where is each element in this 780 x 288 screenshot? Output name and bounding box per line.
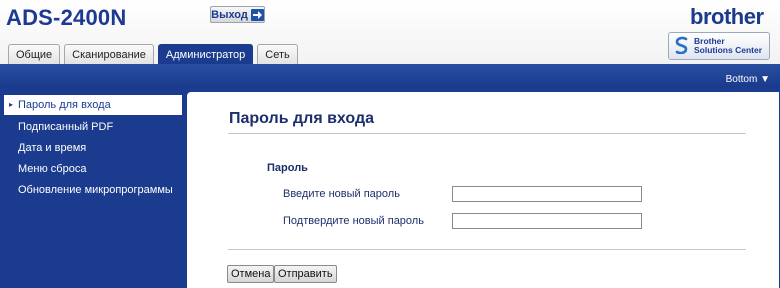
new-password-label: Введите новый пароль (283, 188, 400, 200)
tab-general[interactable]: Общие (8, 44, 61, 64)
cancel-button[interactable]: Отмена (227, 265, 275, 283)
sidebar: ▸ Пароль для входа Подписанный PDF Дата … (0, 86, 182, 288)
title-divider (228, 133, 746, 134)
confirm-password-label: Подтвердите новый пароль (283, 215, 424, 227)
sidebar-item-label: Меню сброса (18, 163, 87, 175)
sidebar-item-firmware-update[interactable]: Обновление микропрограммы (0, 180, 182, 200)
sidebar-item-date-time[interactable]: Дата и время (0, 138, 182, 158)
header-bar: ADS-2400N Выход brother Brother Solution… (0, 0, 780, 66)
confirm-password-field[interactable] (452, 213, 642, 229)
main-panel: Пароль для входа Пароль Введите новый па… (187, 92, 779, 288)
brother-logo: brother (690, 4, 764, 29)
logout-arrow-icon (250, 8, 264, 21)
new-password-field[interactable] (452, 186, 642, 202)
sidebar-item-reset-menu[interactable]: Меню сброса (0, 159, 182, 179)
main-tabs: Общие Сканирование Администратор Сеть (8, 44, 298, 64)
page-title: Пароль для входа (229, 110, 375, 127)
tab-scan[interactable]: Сканирование (64, 44, 154, 64)
tab-network[interactable]: Сеть (257, 44, 298, 64)
form-divider (228, 249, 746, 250)
sidebar-item-label: Подписанный PDF (18, 121, 114, 133)
sidebar-item-label: Пароль для входа (18, 99, 111, 111)
solutions-center-button[interactable]: Brother Solutions Center (668, 32, 770, 60)
logout-button[interactable]: Выход (210, 6, 265, 23)
solutions-center-label: Brother Solutions Center (694, 36, 763, 55)
submit-button[interactable]: Отправить (274, 265, 337, 283)
bottom-link[interactable]: Bottom ▼ (726, 74, 770, 85)
sidebar-item-label: Обновление микропрограммы (18, 184, 173, 196)
section-title: Пароль (267, 162, 308, 174)
blue-band: Bottom ▼ (0, 64, 780, 86)
model-name: ADS-2400N (6, 5, 127, 30)
caret-right-icon: ▸ (9, 100, 14, 109)
sidebar-item-label: Дата и время (18, 142, 87, 154)
solutions-center-icon (674, 36, 690, 57)
tab-administrator[interactable]: Администратор (157, 44, 254, 64)
logout-label: Выход (211, 8, 248, 21)
sidebar-item-signed-pdf[interactable]: Подписанный PDF (0, 117, 182, 137)
sidebar-item-login-password[interactable]: ▸ Пароль для входа (4, 95, 182, 115)
